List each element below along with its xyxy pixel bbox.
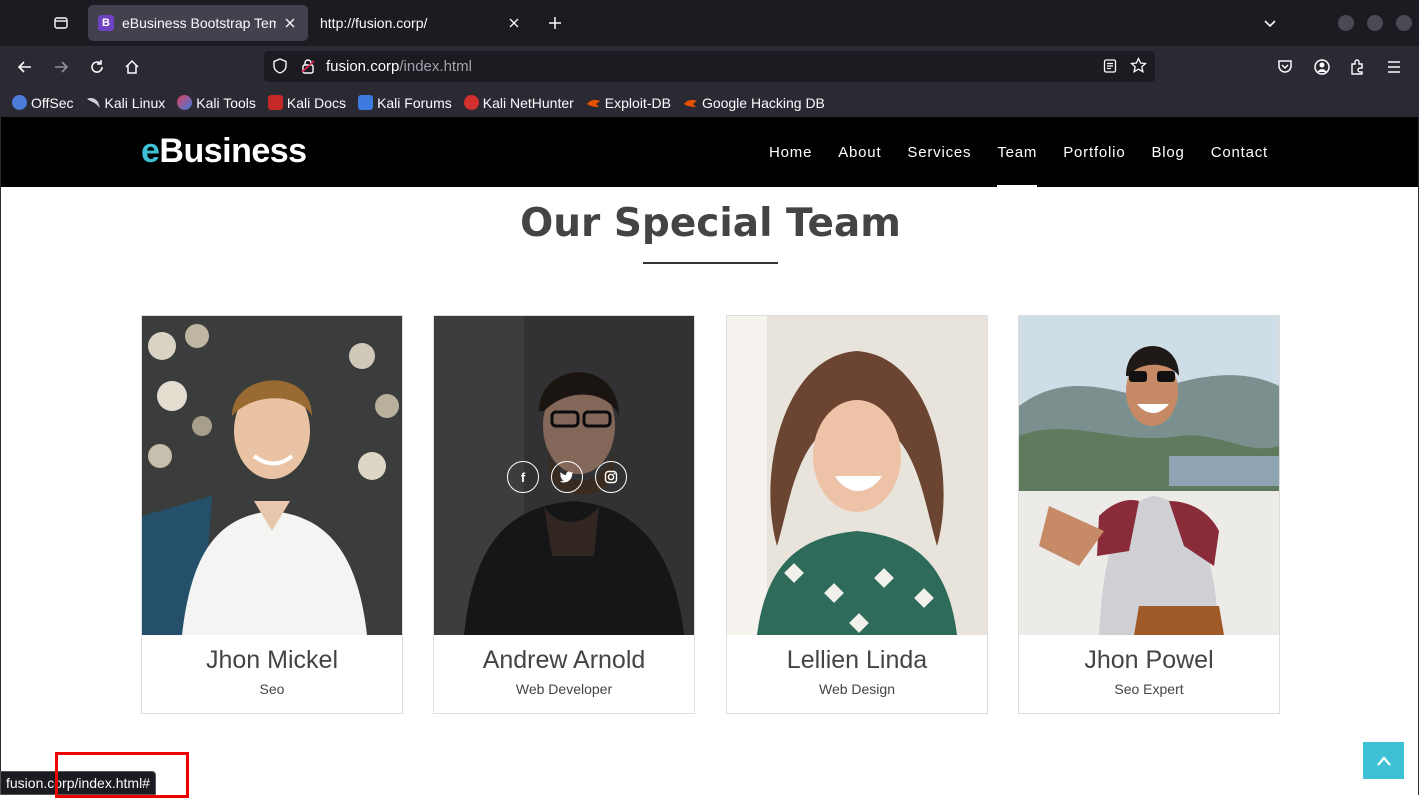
- web-page: eBusiness Home About Services Team Portf…: [0, 117, 1419, 795]
- team-member-name: Andrew Arnold: [482, 646, 646, 674]
- kali-dragon-icon: [86, 95, 101, 110]
- extensions-icon[interactable]: [1349, 58, 1367, 81]
- tab-overflow-chevron-icon[interactable]: [1262, 15, 1278, 36]
- menu-team[interactable]: Team: [997, 117, 1038, 187]
- bookmark-label: Exploit-DB: [604, 94, 671, 111]
- account-icon[interactable]: [1313, 58, 1331, 81]
- reload-icon[interactable]: [85, 55, 109, 79]
- insecure-lock-icon[interactable]: [300, 58, 316, 79]
- team-member-name: Jhon Powel: [1084, 646, 1214, 674]
- close-tab-icon[interactable]: [282, 15, 298, 31]
- menu-home[interactable]: Home: [769, 117, 812, 187]
- tab-fusion-corp[interactable]: http://fusion.corp/: [310, 5, 532, 41]
- kali-tools-icon: [177, 95, 193, 110]
- forward-arrow-icon[interactable]: [49, 55, 73, 79]
- team-card: Jhon Powel Seo Expert: [1018, 315, 1280, 714]
- bookmark-label: Kali Linux: [104, 94, 166, 111]
- bookmarks-toolbar: OffSec Kali Linux Kali Tools Kali Docs K…: [0, 88, 1419, 117]
- team-card: f Andrew Arnold Web Developer: [433, 315, 695, 714]
- team-member-name: Jhon Mickel: [206, 646, 338, 674]
- bookmark-label: OffSec: [31, 94, 74, 111]
- bootstrap-favicon-icon: B: [98, 15, 114, 31]
- team-member-role: Web Design: [818, 681, 895, 697]
- team-card: Jhon Mickel Seo: [141, 315, 403, 714]
- main-menu: Home About Services Team Portfolio Blog …: [743, 117, 1268, 187]
- bookmark-kali-docs[interactable]: Kali Docs: [267, 94, 347, 111]
- bookmark-google-hacking-db[interactable]: Google Hacking DB: [683, 95, 825, 111]
- menu-services[interactable]: Services: [907, 117, 971, 187]
- bookmark-offsec[interactable]: OffSec: [12, 95, 74, 111]
- menu-portfolio[interactable]: Portfolio: [1063, 117, 1125, 187]
- ghdb-icon: [683, 95, 698, 110]
- menu-about[interactable]: About: [838, 117, 881, 187]
- kali-docs-icon: [267, 95, 283, 110]
- site-logo[interactable]: eBusiness: [141, 132, 307, 171]
- team-member-photo[interactable]: [142, 316, 402, 635]
- tab-list-icon[interactable]: [48, 10, 74, 36]
- title-underline: [643, 262, 778, 264]
- bookmark-exploit-db[interactable]: Exploit-DB: [586, 95, 671, 111]
- team-member-role: Seo: [259, 681, 285, 697]
- chevron-up-icon: [1376, 755, 1391, 766]
- team-member-photo[interactable]: [1019, 316, 1279, 635]
- close-tab-icon[interactable]: [506, 15, 522, 31]
- tab-title: http://fusion.corp/: [320, 15, 428, 31]
- bookmark-label: Kali Tools: [196, 94, 256, 111]
- facebook-icon[interactable]: f: [507, 461, 539, 493]
- offsec-icon: [12, 95, 27, 110]
- bookmark-kali-linux[interactable]: Kali Linux: [86, 94, 166, 111]
- menu-contact[interactable]: Contact: [1211, 117, 1268, 187]
- back-arrow-icon[interactable]: [13, 55, 37, 79]
- exploit-db-icon: [586, 95, 601, 110]
- section-title: Our Special Team: [520, 201, 901, 246]
- menu-hamburger-icon[interactable]: [1385, 58, 1403, 81]
- new-tab-icon[interactable]: [544, 12, 566, 34]
- back-to-top-button[interactable]: [1363, 742, 1404, 779]
- team-member-role: Seo Expert: [1114, 681, 1184, 697]
- bookmark-kali-forums[interactable]: Kali Forums: [358, 95, 452, 111]
- close-window-icon[interactable]: [1396, 15, 1412, 31]
- kali-nethunter-icon: [463, 95, 479, 110]
- site-header: eBusiness Home About Services Team Portf…: [1, 117, 1418, 187]
- bookmark-label: Kali Forums: [377, 94, 452, 111]
- menu-blog[interactable]: Blog: [1151, 117, 1184, 187]
- tracking-shield-icon[interactable]: [272, 58, 288, 79]
- tab-title: eBusiness Bootstrap Tem: [122, 15, 276, 31]
- kali-forums-icon: [358, 95, 374, 110]
- pocket-icon[interactable]: [1276, 58, 1294, 81]
- team-card: Lellien Linda Web Design: [726, 315, 988, 714]
- home-icon[interactable]: [120, 55, 144, 79]
- team-member-name: Lellien Linda: [786, 646, 928, 674]
- team-member-photo[interactable]: [727, 316, 987, 635]
- team-member-photo[interactable]: f: [434, 316, 694, 635]
- bookmark-label: Kali NetHunter: [482, 94, 574, 111]
- browser-tab-bar: B eBusiness Bootstrap Tem http://fusion.…: [0, 0, 1419, 46]
- maximize-window-icon[interactable]: [1367, 15, 1383, 31]
- bookmark-label: Kali Docs: [286, 94, 347, 111]
- reader-view-icon[interactable]: [1102, 58, 1118, 79]
- instagram-icon[interactable]: [595, 461, 627, 493]
- bookmark-star-icon[interactable]: [1129, 56, 1148, 79]
- team-member-role: Web Developer: [515, 681, 613, 697]
- url-bar[interactable]: fusion.corp/index.html: [264, 51, 1155, 82]
- bookmark-label: Google Hacking DB: [701, 94, 825, 111]
- bookmark-kali-tools[interactable]: Kali Tools: [177, 95, 256, 111]
- highlight-box: [55, 752, 189, 798]
- tab-ebusiness[interactable]: B eBusiness Bootstrap Tem: [88, 5, 308, 41]
- twitter-icon[interactable]: [551, 461, 583, 493]
- minimize-window-icon[interactable]: [1338, 15, 1354, 31]
- url-text: fusion.corp/index.html: [326, 58, 472, 75]
- bookmark-kali-nethunter[interactable]: Kali NetHunter: [463, 94, 574, 111]
